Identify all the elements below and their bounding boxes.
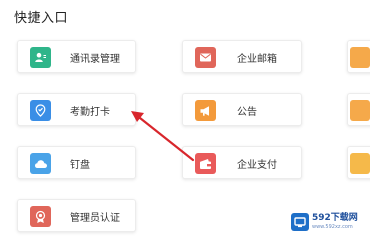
entry-label: 钉盘 — [70, 160, 90, 171]
entry-enterprise-mail[interactable]: 企业邮箱 — [182, 40, 302, 73]
watermark-text: 592下载网 — [312, 213, 358, 223]
app-icon — [350, 47, 370, 68]
entry-label: 公告 — [237, 107, 257, 118]
cloud-icon — [30, 153, 51, 174]
entry-label: 通讯录管理 — [70, 54, 120, 65]
entry-label: 管理员认证 — [70, 213, 120, 224]
entry-enterprise-payment[interactable]: 企业支付 — [182, 146, 302, 179]
entry-admin-verification[interactable]: 管理员认证 — [17, 199, 136, 232]
entry-label: 企业支付 — [237, 160, 277, 171]
section-title: 快捷入口 — [14, 11, 69, 26]
megaphone-icon — [195, 100, 216, 121]
site-watermark: 592下载网 www.592xz.com — [291, 208, 366, 236]
contacts-icon — [30, 47, 51, 68]
entry-partial[interactable] — [347, 146, 370, 179]
location-pin-icon — [30, 100, 51, 121]
app-icon — [350, 153, 370, 174]
entry-attendance-checkin[interactable]: 考勤打卡 — [17, 93, 136, 126]
entry-partial[interactable] — [347, 93, 370, 126]
entry-announcement[interactable]: 公告 — [182, 93, 302, 126]
entry-label: 企业邮箱 — [237, 54, 277, 65]
entry-partial[interactable] — [347, 40, 370, 73]
entry-contacts-management[interactable]: 通讯录管理 — [17, 40, 136, 73]
entry-label: 考勤打卡 — [70, 107, 110, 118]
site-logo-icon — [291, 213, 309, 231]
badge-icon — [30, 206, 51, 227]
watermark-url: www.592xz.com — [312, 224, 353, 230]
wallet-icon — [195, 153, 216, 174]
entry-dingpan[interactable]: 钉盘 — [17, 146, 136, 179]
app-icon — [350, 100, 370, 121]
mail-icon — [195, 47, 216, 68]
